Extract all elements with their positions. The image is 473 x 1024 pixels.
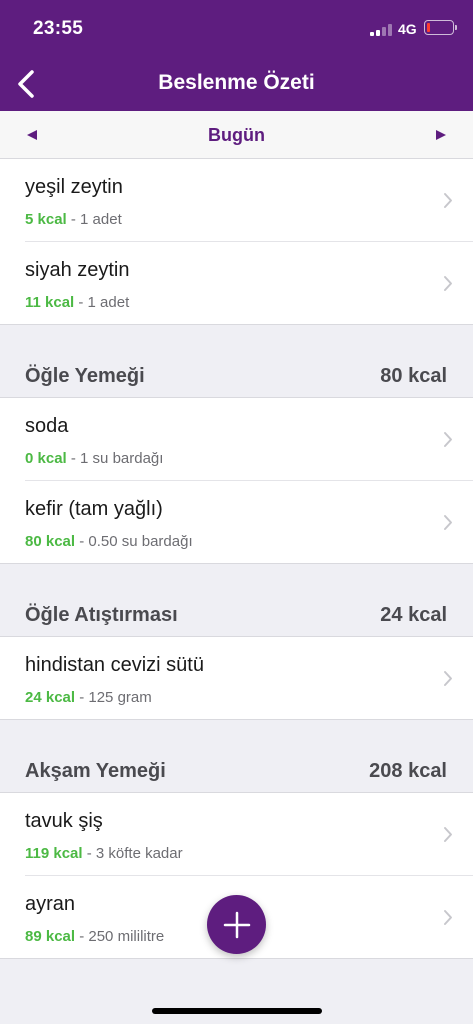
- food-kcal: 80 kcal: [25, 533, 76, 550]
- status-time: 23:55: [33, 18, 84, 39]
- food-kcal: 119 kcal: [25, 845, 83, 862]
- food-detail: 5 kcal - 1 adet: [25, 211, 122, 228]
- food-portion: - 250 mililitre: [75, 928, 165, 945]
- section-total-kcal: 208 kcal: [369, 760, 447, 782]
- food-detail: 89 kcal - 250 mililitre: [25, 928, 164, 945]
- section-header-dinner: Akşam Yemeği 208 kcal: [0, 755, 473, 793]
- date-label: Bugün: [208, 125, 265, 145]
- add-food-button[interactable]: [207, 895, 266, 954]
- page-title: Beslenme Özeti: [158, 71, 315, 94]
- plus-icon: [223, 911, 250, 938]
- food-item[interactable]: siyah zeytin 11 kcal - 1 adet: [0, 242, 473, 325]
- food-portion: - 1 su bardağı: [66, 450, 164, 467]
- app-header: 23:55 4G Beslenme Özeti: [0, 0, 473, 111]
- food-name: siyah zeytin: [25, 259, 130, 281]
- chevron-right-icon: [444, 276, 452, 291]
- signal-icon: [370, 24, 392, 36]
- section-title: Öğle Atıştırması: [25, 604, 178, 626]
- food-portion: - 3 köfte kadar: [82, 845, 183, 862]
- food-kcal: 11 kcal: [25, 294, 75, 311]
- chevron-right-icon: [444, 910, 452, 925]
- food-kcal: 0 kcal: [25, 450, 67, 467]
- food-name: soda: [25, 415, 69, 437]
- food-detail: 0 kcal - 1 su bardağı: [25, 450, 163, 467]
- status-bar: 23:55 4G: [0, 0, 473, 58]
- section-total-kcal: 80 kcal: [380, 365, 447, 387]
- food-item[interactable]: kefir (tam yağlı) 80 kcal - 0.50 su bard…: [0, 481, 473, 564]
- section-spacer: [0, 325, 473, 360]
- food-detail: 11 kcal - 1 adet: [25, 294, 129, 311]
- section-header-lunch: Öğle Yemeği 80 kcal: [0, 360, 473, 398]
- battery-level: [427, 23, 430, 32]
- nav-bar: Beslenme Özeti: [0, 58, 473, 111]
- food-portion: - 1 adet: [66, 211, 122, 228]
- home-indicator[interactable]: [152, 1008, 322, 1014]
- battery-icon: [424, 20, 457, 35]
- food-kcal: 89 kcal: [25, 928, 76, 945]
- food-name: tavuk şiş: [25, 810, 103, 832]
- date-selector: Bugün: [0, 111, 473, 159]
- section-spacer: [0, 720, 473, 755]
- food-item[interactable]: tavuk şiş 119 kcal - 3 köfte kadar: [0, 793, 473, 876]
- food-detail: 80 kcal - 0.50 su bardağı: [25, 533, 193, 550]
- food-kcal: 5 kcal: [25, 211, 67, 228]
- section-total-kcal: 24 kcal: [380, 604, 447, 626]
- section-header-snack: Öğle Atıştırması 24 kcal: [0, 599, 473, 637]
- section-title: Akşam Yemeği: [25, 760, 166, 782]
- chevron-right-icon: [444, 515, 452, 530]
- next-day-button[interactable]: [429, 123, 453, 147]
- food-portion: - 1 adet: [74, 294, 130, 311]
- section-title: Öğle Yemeği: [25, 365, 145, 387]
- food-portion: - 125 gram: [75, 689, 152, 706]
- food-portion: - 0.50 su bardağı: [75, 533, 193, 550]
- meal-list: yeşil zeytin 5 kcal - 1 adet siyah zeyti…: [0, 159, 473, 959]
- food-name: hindistan cevizi sütü: [25, 654, 204, 676]
- food-item[interactable]: yeşil zeytin 5 kcal - 1 adet: [0, 159, 473, 242]
- chevron-right-icon: [444, 193, 452, 208]
- food-detail: 119 kcal - 3 köfte kadar: [25, 845, 183, 862]
- network-label: 4G: [398, 21, 417, 37]
- triangle-right-icon: [436, 130, 446, 140]
- chevron-right-icon: [444, 671, 452, 686]
- food-name: yeşil zeytin: [25, 176, 123, 198]
- food-item[interactable]: hindistan cevizi sütü 24 kcal - 125 gram: [0, 637, 473, 720]
- chevron-right-icon: [444, 432, 452, 447]
- food-name: kefir (tam yağlı): [25, 498, 163, 520]
- section-spacer: [0, 564, 473, 599]
- food-item[interactable]: soda 0 kcal - 1 su bardağı: [0, 398, 473, 481]
- food-name: ayran: [25, 893, 76, 915]
- food-kcal: 24 kcal: [25, 689, 76, 706]
- food-detail: 24 kcal - 125 gram: [25, 689, 152, 706]
- chevron-right-icon: [444, 827, 452, 842]
